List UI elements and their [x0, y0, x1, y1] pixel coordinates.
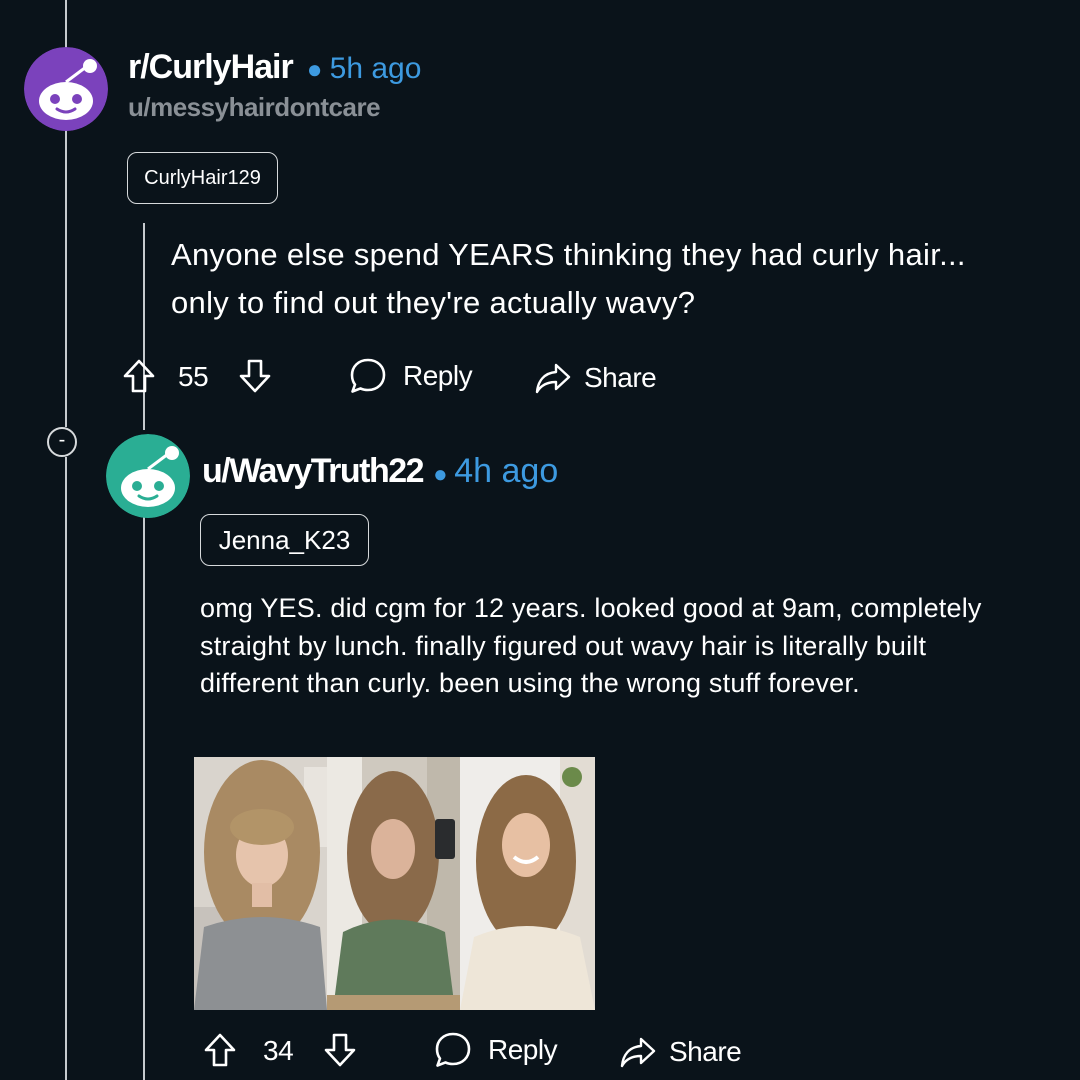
comment-reply-button[interactable]: Reply	[434, 1031, 558, 1069]
comment-body-text: omg YES. did cgm for 12 years. looked go…	[200, 593, 982, 698]
upvote-arrow-icon	[123, 359, 155, 393]
post-author[interactable]: u/messyhairdontcare	[128, 92, 381, 123]
post-flair-text: CurlyHair129	[144, 166, 261, 189]
post-time-text: 5h ago	[329, 52, 422, 85]
person-smiling-waves-image	[460, 757, 595, 1010]
comment-title-row: u/WavyTruth22 ● 4h ago	[202, 452, 558, 491]
post-avatar[interactable]	[24, 47, 108, 131]
post-downvote-button[interactable]	[238, 358, 272, 394]
post-flair: CurlyHair129	[127, 152, 278, 204]
comment-share-label: Share	[669, 1036, 742, 1067]
comment-bubble-icon	[435, 1032, 471, 1067]
thread-line-comment	[143, 515, 145, 1080]
downvote-arrow-icon	[324, 1033, 356, 1067]
comment-flair-text: Jenna_K23	[218, 524, 351, 555]
collapse-symbol: -	[58, 429, 66, 451]
thread-line-post-body	[143, 223, 145, 430]
share-arrow-icon	[620, 1037, 656, 1068]
comment-share-button[interactable]: Share	[619, 1036, 742, 1068]
post-share-label: Share	[584, 362, 657, 393]
comment-author[interactable]: u/WavyTruth22	[202, 452, 425, 491]
post-title-row: r/CurlyHair ● 5h ago	[128, 48, 421, 87]
comment-downvote-button[interactable]	[323, 1032, 357, 1068]
person-frizzy-hair-image	[194, 757, 327, 1010]
collapse-thread-button[interactable]: -	[47, 427, 77, 457]
photo-mirror-selfie-waves	[327, 757, 460, 1010]
comment-avatar[interactable]	[106, 434, 190, 518]
photo-defined-waves-smiling	[460, 757, 595, 1010]
comment-score: 34	[263, 1035, 294, 1066]
upvote-arrow-icon	[204, 1033, 236, 1067]
separator-dot: ●	[306, 54, 330, 84]
share-arrow-icon	[535, 363, 571, 394]
post-score: 55	[178, 361, 209, 392]
subreddit-name[interactable]: r/CurlyHair	[128, 48, 294, 87]
post-reply-label: Reply	[403, 360, 473, 391]
comment-upvote-button[interactable]	[203, 1032, 237, 1068]
comment-timestamp: ● 4h ago	[433, 452, 558, 491]
comment-flair: Jenna_K23	[200, 514, 369, 566]
post-share-button[interactable]: Share	[534, 362, 657, 394]
post-timestamp: ● 5h ago	[307, 52, 422, 86]
post-reply-button[interactable]: Reply	[349, 357, 473, 395]
snoo-avatar-icon	[106, 434, 190, 518]
separator-dot: ●	[433, 461, 455, 488]
post-upvote-button[interactable]	[122, 358, 156, 394]
comment-photo-collage[interactable]	[194, 757, 595, 1010]
post-body-text: Anyone else spend YEARS thinking they ha…	[171, 237, 966, 320]
comment-bubble-icon	[350, 358, 386, 393]
person-mirror-selfie-image	[327, 757, 460, 1010]
comment-time-text: 4h ago	[454, 452, 559, 490]
downvote-arrow-icon	[239, 359, 271, 393]
comment-reply-label: Reply	[488, 1034, 558, 1065]
snoo-avatar-icon	[24, 47, 108, 131]
photo-frizzy-hair	[194, 757, 327, 1010]
thread-line-outer-lower	[65, 457, 67, 1080]
